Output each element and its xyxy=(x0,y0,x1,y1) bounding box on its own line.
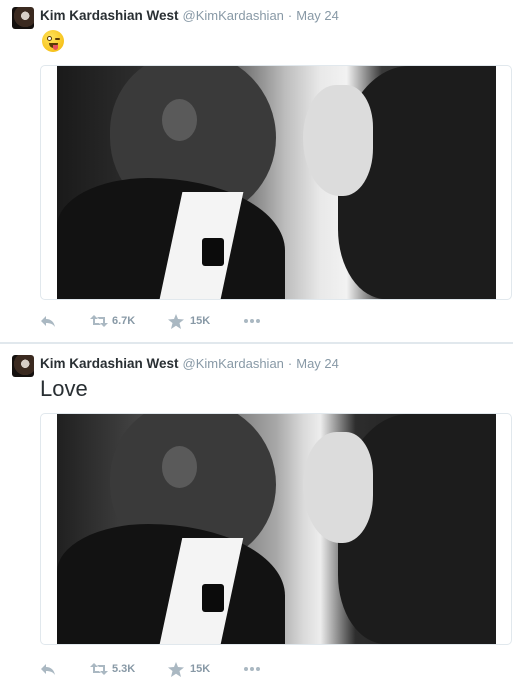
media-card[interactable] xyxy=(40,413,512,645)
reply-button[interactable] xyxy=(40,313,56,329)
retweet-count: 5.3K xyxy=(112,663,136,675)
star-icon xyxy=(168,314,184,329)
more-icon xyxy=(243,662,260,676)
favorite-count: 15K xyxy=(190,315,211,327)
tweet-header: Kim Kardashian West @KimKardashian · May… xyxy=(40,8,339,26)
tweet-1: Kim Kardashian West @KimKardashian · May… xyxy=(0,0,513,343)
fullname[interactable]: Kim Kardashian West xyxy=(40,8,179,23)
more-icon xyxy=(243,314,260,328)
tweet-header: Kim Kardashian West @KimKardashian · May… xyxy=(40,356,339,374)
tweet-photo[interactable] xyxy=(57,66,496,299)
retweet-icon xyxy=(90,314,108,328)
favorite-button[interactable]: 15K xyxy=(168,313,210,329)
timestamp[interactable]: May 24 xyxy=(296,8,339,23)
star-icon xyxy=(168,662,184,677)
username[interactable]: @KimKardashian xyxy=(183,8,284,23)
more-button[interactable] xyxy=(243,313,260,329)
media-card[interactable] xyxy=(40,65,512,300)
reply-button[interactable] xyxy=(40,661,56,677)
separator-dot: · xyxy=(287,8,293,23)
retweet-count: 6.7K xyxy=(112,315,136,327)
avatar[interactable] xyxy=(12,355,34,377)
more-button[interactable] xyxy=(243,661,260,677)
username[interactable]: @KimKardashian xyxy=(183,356,284,371)
retweet-icon xyxy=(90,662,108,676)
retweet-button[interactable]: 6.7K xyxy=(90,313,135,329)
winking-face-with-tongue-emoji xyxy=(42,30,64,52)
reply-icon xyxy=(40,662,56,676)
avatar[interactable] xyxy=(12,7,34,29)
tweet-2: Kim Kardashian West @KimKardashian · May… xyxy=(0,344,513,685)
reply-icon xyxy=(40,314,56,328)
tweet-text: Love xyxy=(40,376,88,401)
tweet-photo[interactable] xyxy=(57,414,496,644)
timestamp[interactable]: May 24 xyxy=(296,356,339,371)
retweet-button[interactable]: 5.3K xyxy=(90,661,135,677)
separator-dot: · xyxy=(287,356,293,371)
favorite-button[interactable]: 15K xyxy=(168,661,210,677)
fullname[interactable]: Kim Kardashian West xyxy=(40,356,179,371)
favorite-count: 15K xyxy=(190,663,211,675)
